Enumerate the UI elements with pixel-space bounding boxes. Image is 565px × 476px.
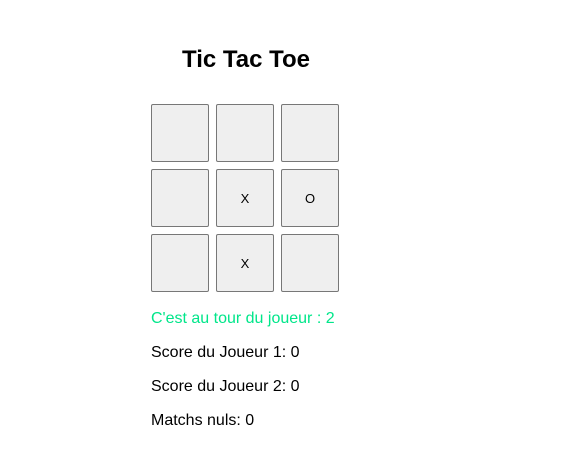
board-cell-2-0[interactable] bbox=[151, 234, 209, 292]
draws-count: Matchs nuls: 0 bbox=[151, 412, 255, 429]
board-cell-0-1[interactable] bbox=[216, 104, 274, 162]
board-cell-2-1[interactable]: X bbox=[216, 234, 274, 292]
board-cell-0-0[interactable] bbox=[151, 104, 209, 162]
board-cell-1-1[interactable]: X bbox=[216, 169, 274, 227]
player-2-score: Score du Joueur 2: 0 bbox=[151, 378, 300, 395]
tic-tac-toe-app: Tic Tac Toe X O X C'est au tour du joueu… bbox=[0, 0, 565, 476]
game-board: X O X bbox=[151, 104, 343, 296]
board-cell-1-2[interactable]: O bbox=[281, 169, 339, 227]
board-cell-1-0[interactable] bbox=[151, 169, 209, 227]
board-cell-0-2[interactable] bbox=[281, 104, 339, 162]
player-1-score: Score du Joueur 1: 0 bbox=[151, 344, 300, 361]
game-title: Tic Tac Toe bbox=[181, 46, 311, 73]
board-cell-2-2[interactable] bbox=[281, 234, 339, 292]
turn-status: C'est au tour du joueur : 2 bbox=[151, 310, 335, 327]
